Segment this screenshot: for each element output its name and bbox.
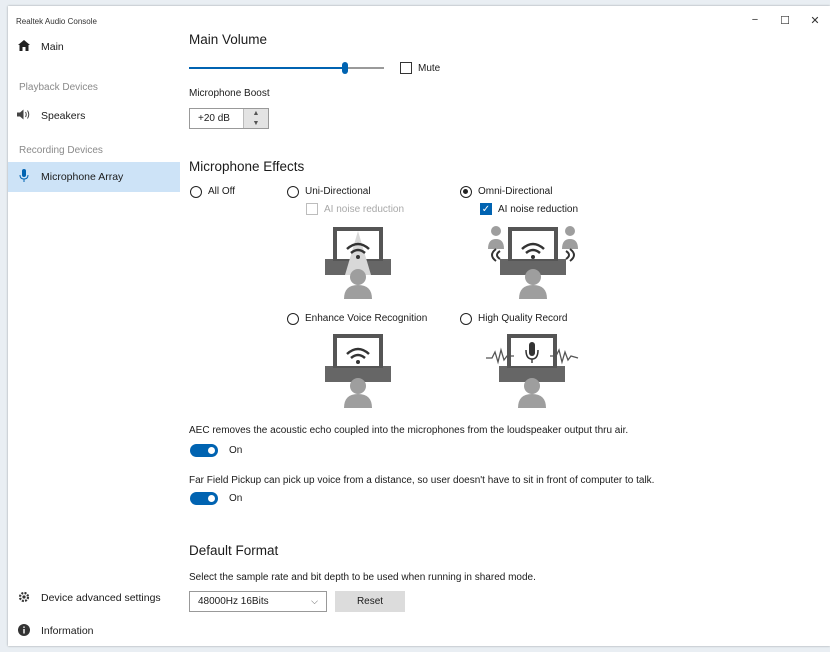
- enhance-voice-illustration: [325, 334, 391, 408]
- recording-devices-heading: Recording Devices: [19, 145, 103, 156]
- omni-ai-noise-checkbox[interactable]: ✓: [480, 203, 492, 215]
- sidebar-item-information-label: Information: [41, 625, 94, 637]
- sidebar-item-main-label: Main: [41, 41, 64, 53]
- sample-rate-value: 48000Hz 16Bits: [198, 596, 269, 607]
- uni-ai-noise-checkbox[interactable]: [306, 203, 318, 215]
- omni-ai-noise-label: AI noise reduction: [498, 204, 579, 215]
- all-off-radio[interactable]: [190, 186, 202, 198]
- mute-checkbox[interactable]: [400, 62, 412, 74]
- sidebar-item-main[interactable]: Main: [8, 34, 180, 60]
- home-icon: [17, 40, 31, 54]
- microphone-boost-value: +20 dB: [198, 113, 230, 124]
- high-quality-radio[interactable]: [460, 313, 472, 325]
- uni-directional-illustration: [325, 227, 391, 299]
- far-field-state-label: On: [229, 493, 243, 504]
- high-quality-label: High Quality Record: [478, 313, 568, 324]
- sample-rate-select[interactable]: 48000Hz 16Bits ⌵: [189, 591, 327, 612]
- far-field-description: Far Field Pickup can pick up voice from …: [189, 475, 655, 486]
- slider-fill: [189, 67, 345, 69]
- main-content: Main Volume Mute Microphone Boost +20 dB…: [188, 6, 828, 646]
- app-title: Realtek Audio Console: [16, 17, 97, 26]
- sidebar-item-speakers-label: Speakers: [41, 110, 86, 122]
- sidebar-item-information[interactable]: Information: [8, 619, 180, 643]
- chevron-down-icon: ⌵: [311, 596, 318, 606]
- far-field-toggle[interactable]: [190, 492, 218, 505]
- speaker-icon: [17, 109, 31, 123]
- app-window: − ☐ ✕ Realtek Audio Console Main Playbac…: [8, 6, 830, 646]
- main-volume-title: Main Volume: [189, 32, 268, 47]
- microphone-boost-label: Microphone Boost: [189, 88, 270, 99]
- uni-ai-noise-label: AI noise reduction: [324, 204, 405, 215]
- aec-description: AEC removes the acoustic echo coupled in…: [189, 425, 629, 436]
- stepper-up-icon[interactable]: ▲: [244, 109, 268, 119]
- uni-directional-radio[interactable]: [287, 186, 299, 198]
- sidebar-item-device-advanced-label: Device advanced settings: [41, 592, 161, 604]
- enhance-voice-radio[interactable]: [287, 313, 299, 325]
- omni-directional-label: Omni-Directional: [478, 186, 553, 197]
- microphone-icon: [17, 169, 31, 185]
- info-icon: [17, 623, 31, 639]
- uni-directional-label: Uni-Directional: [305, 186, 371, 197]
- sidebar-item-speakers[interactable]: Speakers: [8, 101, 180, 131]
- sidebar-item-device-advanced-settings[interactable]: Device advanced settings: [8, 586, 180, 610]
- all-off-label: All Off: [208, 186, 236, 197]
- stepper-down-icon[interactable]: ▼: [244, 119, 268, 129]
- omni-directional-illustration: [488, 226, 578, 299]
- stepper-arrows: ▲ ▼: [243, 109, 268, 128]
- sidebar: Realtek Audio Console Main Playback Devi…: [8, 6, 180, 646]
- sidebar-item-microphone-array[interactable]: Microphone Array: [8, 162, 180, 192]
- playback-devices-heading: Playback Devices: [19, 82, 98, 93]
- enhance-voice-label: Enhance Voice Recognition: [305, 313, 428, 324]
- reset-button[interactable]: Reset: [335, 591, 405, 612]
- microphone-effects-title: Microphone Effects: [189, 159, 305, 174]
- microphone-boost-stepper[interactable]: +20 dB ▲ ▼: [189, 108, 269, 129]
- sidebar-item-microphone-array-label: Microphone Array: [41, 171, 124, 183]
- main-volume-slider[interactable]: [189, 62, 384, 74]
- default-format-title: Default Format: [189, 543, 279, 558]
- high-quality-illustration: [486, 334, 579, 408]
- aec-toggle[interactable]: [190, 444, 218, 457]
- mute-label: Mute: [418, 63, 441, 74]
- default-format-description: Select the sample rate and bit depth to …: [189, 572, 536, 583]
- gear-icon: [17, 591, 31, 606]
- aec-state-label: On: [229, 445, 243, 456]
- omni-directional-radio[interactable]: [460, 186, 472, 198]
- slider-thumb[interactable]: [342, 62, 348, 74]
